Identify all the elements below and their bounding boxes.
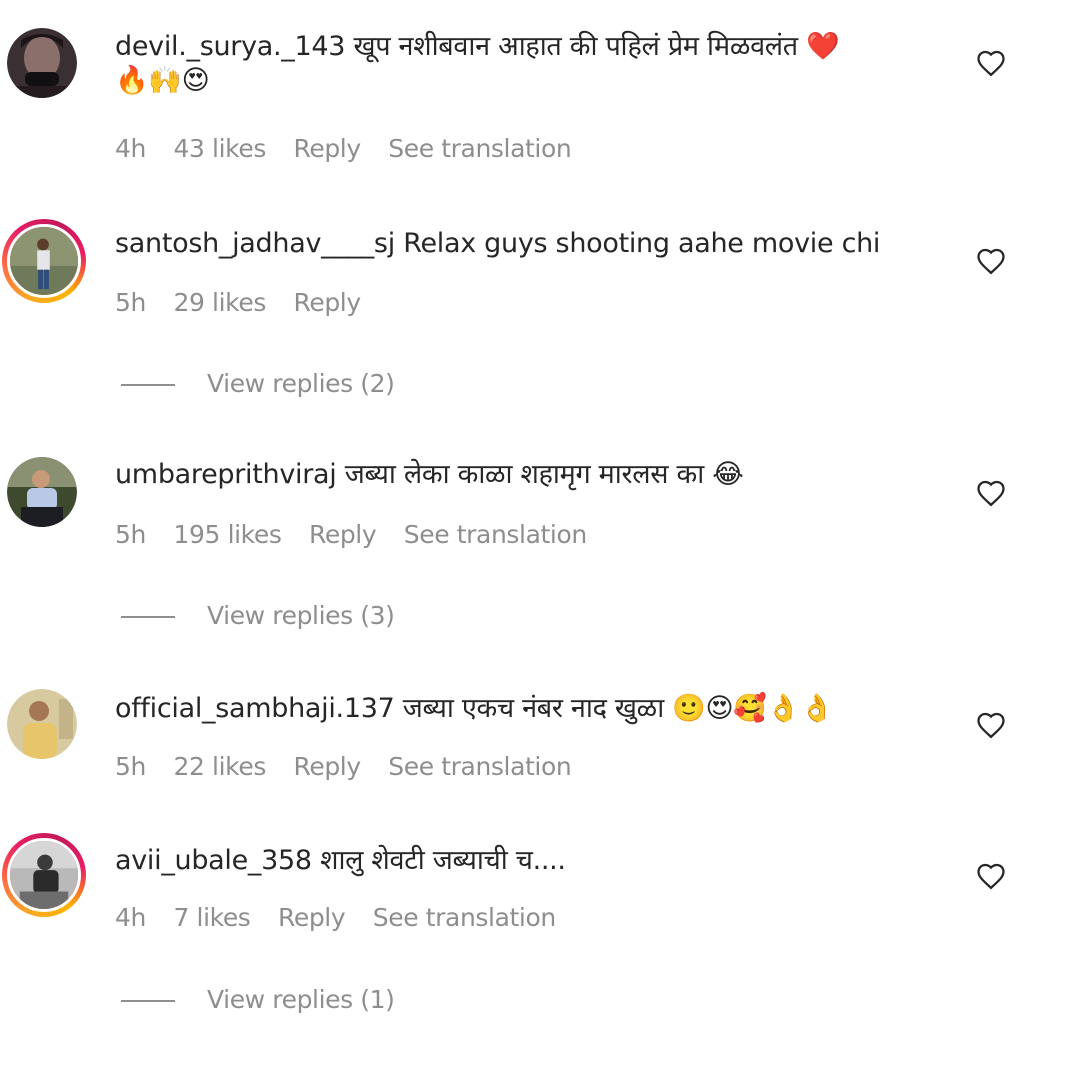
avatar[interactable] (2, 219, 86, 303)
likes-count[interactable]: 29 likes (174, 288, 267, 317)
comment-time: 4h (115, 903, 146, 932)
comment-meta: 4h 43 likes Reply See translation (115, 134, 591, 163)
view-replies-label: View replies (2) (207, 369, 395, 398)
comment-text: खूप नशीबवान आहात की पहिलं प्रेम मिळवलंत … (353, 31, 840, 62)
comment-meta: 5h 29 likes Reply (115, 288, 381, 317)
heart-outline-icon[interactable] (976, 862, 1006, 890)
view-replies-button[interactable]: View replies (2) (121, 369, 395, 398)
comment-username[interactable]: umbareprithviraj (115, 459, 337, 490)
comment-meta: 5h 195 likes Reply See translation (115, 520, 607, 549)
comment-meta: 4h 7 likes Reply See translation (115, 903, 576, 932)
comment-username[interactable]: devil._surya._143 (115, 31, 345, 62)
view-replies-label: View replies (3) (207, 601, 395, 630)
comment-meta: 5h 22 likes Reply See translation (115, 752, 591, 781)
comment-time: 4h (115, 134, 146, 163)
replies-divider (121, 1000, 175, 1002)
comment-emojis: 🔥🙌😍 (115, 65, 210, 96)
likes-count[interactable]: 195 likes (174, 520, 282, 549)
avatar[interactable] (7, 28, 77, 98)
comment-time: 5h (115, 288, 146, 317)
comment-time: 5h (115, 520, 146, 549)
view-replies-button[interactable]: View replies (3) (121, 601, 395, 630)
comment-username[interactable]: santosh_jadhav____sj (115, 228, 395, 259)
see-translation-button[interactable]: See translation (373, 903, 556, 932)
comment-text: जब्या लेका काळा शहामृग मारलस का 😂 (344, 459, 744, 490)
heart-outline-icon[interactable] (976, 49, 1006, 77)
heart-outline-icon[interactable] (976, 479, 1006, 507)
replies-divider (121, 384, 175, 386)
see-translation-button[interactable]: See translation (388, 752, 571, 781)
reply-button[interactable]: Reply (294, 752, 362, 781)
comment-text: शालु शेवटी जब्याची च.... (320, 845, 566, 876)
comment-username[interactable]: official_sambhaji.137 (115, 693, 395, 724)
comment-text: Relax guys shooting aahe movie chi (403, 228, 881, 259)
see-translation-button[interactable]: See translation (388, 134, 571, 163)
comment-time: 5h (115, 752, 146, 781)
reply-button[interactable]: Reply (309, 520, 377, 549)
likes-count[interactable]: 7 likes (174, 903, 251, 932)
reply-button[interactable]: Reply (294, 288, 362, 317)
reply-button[interactable]: Reply (278, 903, 346, 932)
view-replies-button[interactable]: View replies (1) (121, 985, 395, 1014)
comment-username[interactable]: avii_ubale_358 (115, 845, 312, 876)
likes-count[interactable]: 43 likes (174, 134, 267, 163)
avatar[interactable] (7, 457, 77, 527)
see-translation-button[interactable]: See translation (404, 520, 587, 549)
heart-outline-icon[interactable] (976, 247, 1006, 275)
view-replies-label: View replies (1) (207, 985, 395, 1014)
avatar[interactable] (2, 833, 86, 917)
replies-divider (121, 616, 175, 618)
likes-count[interactable]: 22 likes (174, 752, 267, 781)
comment-text: जब्या एकच नंबर नाद खुळा 🙂😍🥰👌👌 (402, 693, 834, 724)
reply-button[interactable]: Reply (294, 134, 362, 163)
avatar[interactable] (7, 689, 77, 759)
heart-outline-icon[interactable] (976, 711, 1006, 739)
